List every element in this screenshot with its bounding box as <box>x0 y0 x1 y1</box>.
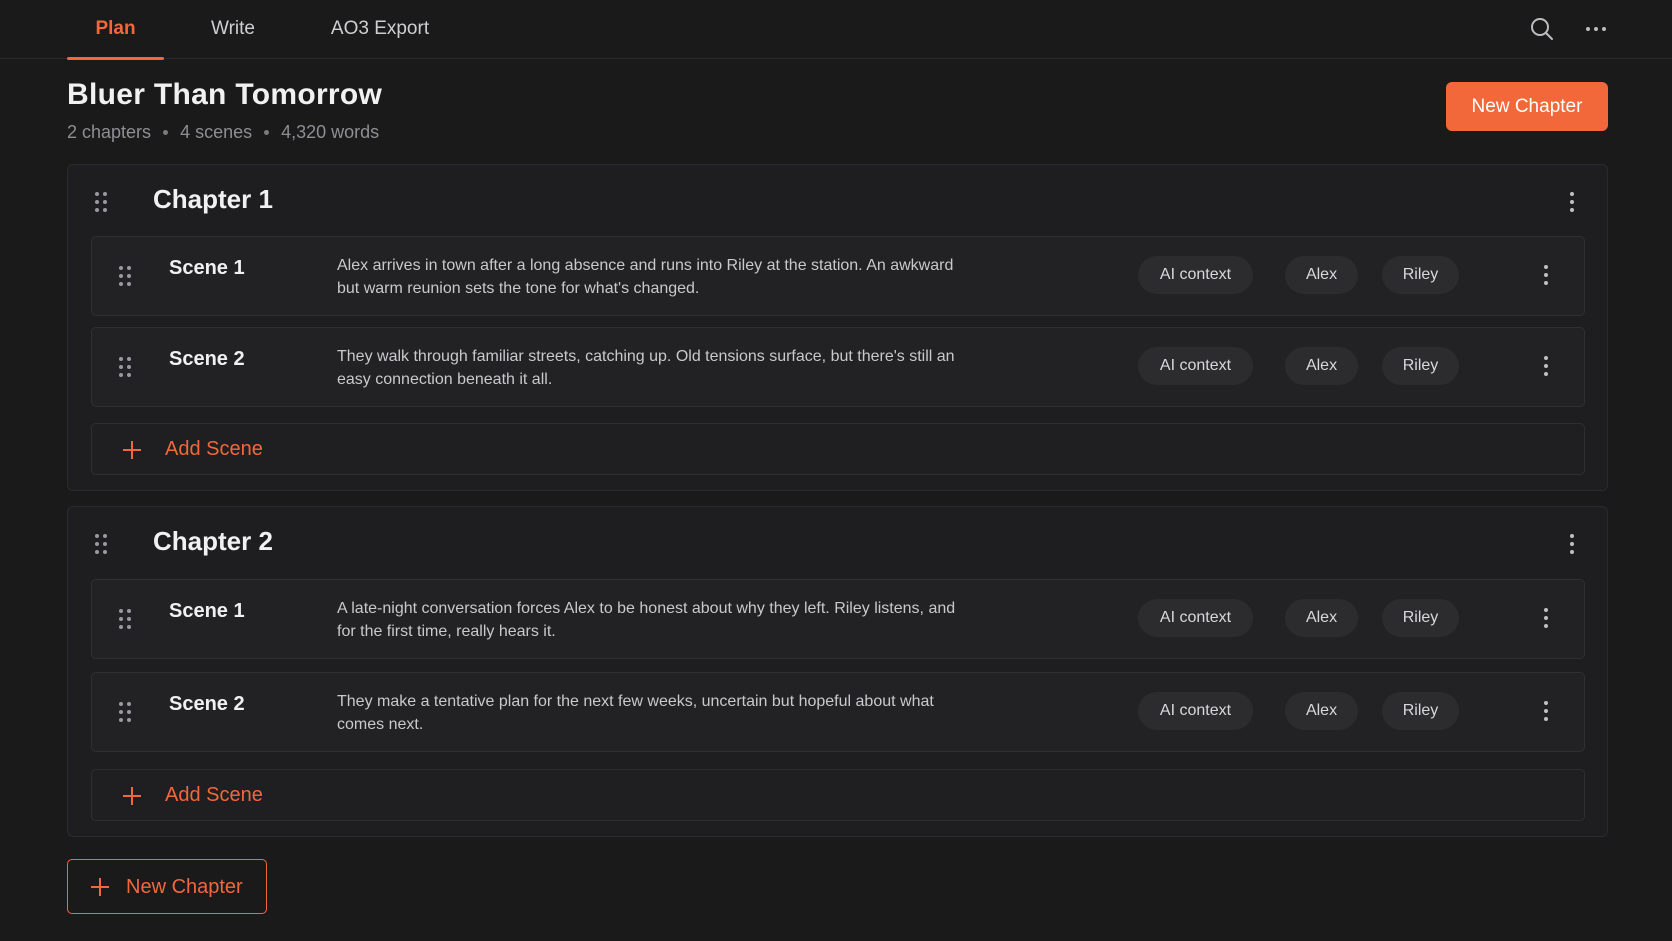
tag-character[interactable]: Alex <box>1285 347 1358 385</box>
chapter-count: 2 chapters <box>67 122 152 142</box>
tab-write[interactable]: Write <box>190 0 276 59</box>
separator-dot <box>264 130 270 135</box>
add-scene-button[interactable]: Add Scene <box>91 423 1585 475</box>
tag-character[interactable]: Alex <box>1285 256 1358 294</box>
scene-summary: They make a tentative plan for the next … <box>337 693 934 733</box>
page-stats: 2 chapters 4 scenes 4,320 words <box>67 122 379 143</box>
scene-summary: They walk through familiar streets, catc… <box>337 348 955 388</box>
chapter-title[interactable]: Chapter 2 <box>153 526 273 557</box>
chapter-title[interactable]: Chapter 1 <box>153 184 273 215</box>
tag-ai-context[interactable]: AI context <box>1138 692 1253 730</box>
more-horizontal-icon[interactable] <box>1580 13 1612 45</box>
add-scene-label: Add Scene <box>165 784 263 806</box>
scene-title: Scene 2 <box>169 693 245 715</box>
drag-handle-icon[interactable] <box>118 356 132 378</box>
scene-title: Scene 2 <box>169 348 245 370</box>
new-chapter-label: New Chapter <box>126 876 243 898</box>
scene-summary: A late-night conversation forces Alex to… <box>337 600 956 640</box>
scene-row[interactable]: Scene 1 A late-night conversation forces… <box>91 579 1585 659</box>
add-scene-label: Add Scene <box>165 438 263 460</box>
chapter-card: Chapter 1 Scene 1 Alex arrives in town a… <box>67 164 1608 491</box>
top-nav: Plan Write AO3 Export <box>0 0 1672 60</box>
more-vertical-icon[interactable] <box>1541 264 1551 286</box>
tag-character[interactable]: Riley <box>1382 599 1459 637</box>
plus-icon <box>123 787 141 805</box>
tag-character[interactable]: Riley <box>1382 692 1459 730</box>
tag-character[interactable]: Riley <box>1382 347 1459 385</box>
scene-title: Scene 1 <box>169 257 245 279</box>
more-vertical-icon[interactable] <box>1567 191 1577 213</box>
search-icon[interactable] <box>1526 13 1558 45</box>
more-vertical-icon[interactable] <box>1541 700 1551 722</box>
drag-handle-icon[interactable] <box>94 191 108 213</box>
tag-ai-context[interactable]: AI context <box>1138 347 1253 385</box>
more-vertical-icon[interactable] <box>1541 607 1551 629</box>
word-count: 4,320 words <box>281 122 380 142</box>
page-title: Bluer Than Tomorrow <box>67 78 383 111</box>
plus-icon <box>123 441 141 459</box>
chapter-card: Chapter 2 Scene 1 A late-night conversat… <box>67 506 1608 837</box>
scene-summary: Alex arrives in town after a long absenc… <box>337 257 954 297</box>
new-chapter-button[interactable]: New Chapter <box>1446 82 1608 131</box>
plus-icon <box>91 878 109 896</box>
tab-plan[interactable]: Plan <box>67 0 164 60</box>
scene-title: Scene 1 <box>169 600 245 622</box>
tag-ai-context[interactable]: AI context <box>1138 256 1253 294</box>
new-chapter-outline-button[interactable]: New Chapter <box>67 859 267 914</box>
tab-ao3-export[interactable]: AO3 Export <box>318 0 442 59</box>
scene-count: 4 scenes <box>180 122 253 142</box>
separator-dot <box>163 130 169 135</box>
drag-handle-icon[interactable] <box>118 608 132 630</box>
tag-ai-context[interactable]: AI context <box>1138 599 1253 637</box>
tag-character[interactable]: Alex <box>1285 599 1358 637</box>
more-vertical-icon[interactable] <box>1541 355 1551 377</box>
drag-handle-icon[interactable] <box>118 701 132 723</box>
scene-row[interactable]: Scene 2 They make a tentative plan for t… <box>91 672 1585 752</box>
tag-character[interactable]: Alex <box>1285 692 1358 730</box>
drag-handle-icon[interactable] <box>94 533 108 555</box>
scene-row[interactable]: Scene 2 They walk through familiar stree… <box>91 327 1585 407</box>
tag-character[interactable]: Riley <box>1382 256 1459 294</box>
add-scene-button[interactable]: Add Scene <box>91 769 1585 821</box>
scene-row[interactable]: Scene 1 Alex arrives in town after a lon… <box>91 236 1585 316</box>
drag-handle-icon[interactable] <box>118 265 132 287</box>
more-vertical-icon[interactable] <box>1567 533 1577 555</box>
